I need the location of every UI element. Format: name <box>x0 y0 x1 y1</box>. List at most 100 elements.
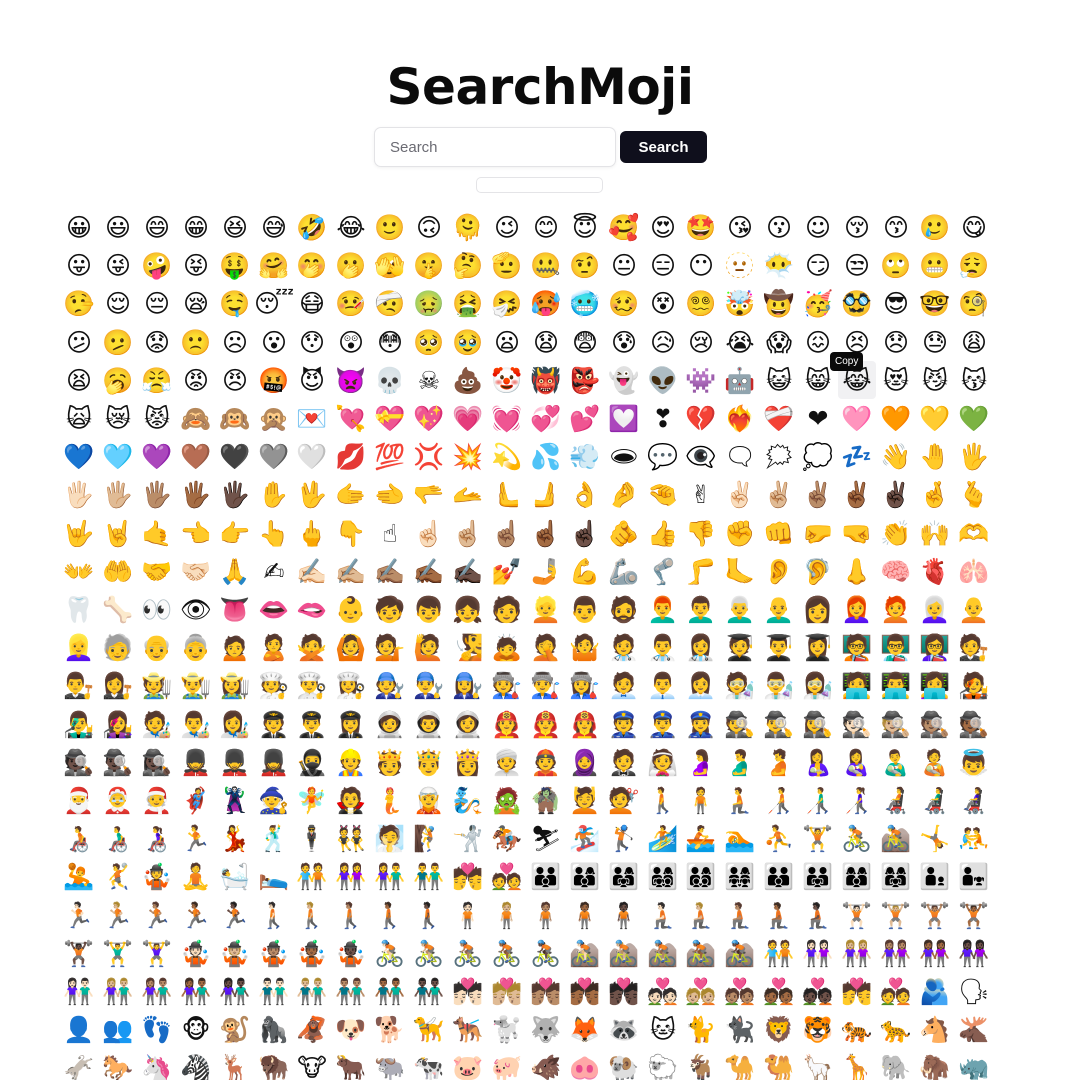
emoji-cell[interactable]: 😎 <box>877 284 915 322</box>
emoji-cell[interactable]: 👩‍🏭 <box>566 666 604 704</box>
emoji-cell[interactable]: ✍🏾 <box>410 552 448 590</box>
emoji-cell[interactable]: 🧛 <box>332 781 370 819</box>
emoji-cell[interactable]: 👱‍♀️ <box>60 628 98 666</box>
emoji-cell[interactable]: 💌 <box>293 399 331 437</box>
emoji-cell[interactable]: 🗣 <box>955 972 993 1010</box>
emoji-cell[interactable]: 👷 <box>332 743 370 781</box>
emoji-cell[interactable]: 💕 <box>566 399 604 437</box>
emoji-cell[interactable]: 🫵 <box>605 514 643 552</box>
emoji-cell[interactable]: 💃 <box>216 819 254 857</box>
emoji-cell[interactable]: 💛 <box>916 399 954 437</box>
emoji-cell[interactable]: 👀 <box>138 590 176 628</box>
emoji-cell[interactable]: 👁 <box>177 590 215 628</box>
emoji-cell[interactable]: 🏋🏼 <box>877 896 915 934</box>
emoji-cell[interactable]: 😵‍💫 <box>682 284 720 322</box>
emoji-cell[interactable]: 🚴🏿 <box>527 934 565 972</box>
emoji-cell[interactable]: 🙀 <box>60 399 98 437</box>
emoji-cell[interactable]: 🤥 <box>60 284 98 322</box>
emoji-cell[interactable]: 🐕 <box>371 1010 409 1048</box>
emoji-cell[interactable]: 👨‍💻 <box>877 666 915 704</box>
emoji-cell[interactable]: 👨‍👨‍👦 <box>760 857 798 895</box>
emoji-cell[interactable]: 😥 <box>644 323 682 361</box>
emoji-cell[interactable]: 🫴 <box>449 475 487 513</box>
emoji-cell[interactable]: ☝ <box>371 514 409 552</box>
emoji-cell[interactable]: 🚴🏼 <box>410 934 448 972</box>
emoji-cell[interactable]: 🏋 <box>799 819 837 857</box>
emoji-cell[interactable]: 💬 <box>644 437 682 475</box>
emoji-cell[interactable]: 🏋️‍♀️ <box>138 934 176 972</box>
emoji-cell[interactable]: 🧚 <box>293 781 331 819</box>
emoji-cell[interactable]: 👨‍👩‍👧‍👧 <box>721 857 759 895</box>
emoji-cell[interactable]: 🏃 <box>177 819 215 857</box>
emoji-cell[interactable]: 🤖 <box>721 361 759 399</box>
emoji-cell[interactable]: 🐐 <box>682 1048 720 1080</box>
emoji-cell[interactable]: 🧓 <box>99 628 137 666</box>
emoji-cell[interactable]: 😿 <box>99 399 137 437</box>
emoji-cell[interactable]: 🤩 <box>682 208 720 246</box>
emoji-cell[interactable]: 😃 <box>99 208 137 246</box>
emoji-cell[interactable]: 👩‍🌾 <box>216 666 254 704</box>
emoji-cell[interactable]: 😟 <box>138 323 176 361</box>
emoji-cell[interactable]: 🫢 <box>332 246 370 284</box>
emoji-cell[interactable]: 💀 <box>371 361 409 399</box>
emoji-cell[interactable]: 🧍🏽 <box>527 896 565 934</box>
emoji-cell[interactable]: 🤹🏼 <box>216 934 254 972</box>
emoji-cell[interactable]: 💘 <box>332 399 370 437</box>
emoji-cell[interactable]: 😗 <box>760 208 798 246</box>
emoji-cell[interactable]: 👨‍⚖️ <box>60 666 98 704</box>
emoji-cell[interactable]: 👬🏽 <box>332 972 370 1010</box>
emoji-cell[interactable]: 🏋🏻 <box>838 896 876 934</box>
emoji-cell[interactable]: 💞 <box>527 399 565 437</box>
emoji-cell[interactable]: 🎅 <box>60 781 98 819</box>
emoji-cell[interactable]: 🤍 <box>293 437 331 475</box>
emoji-cell[interactable]: 💥 <box>449 437 487 475</box>
emoji-cell[interactable]: 🙉 <box>216 399 254 437</box>
emoji-cell[interactable]: 😂 <box>332 208 370 246</box>
emoji-cell[interactable]: 🗨 <box>721 437 759 475</box>
emoji-cell[interactable]: 😽 <box>955 361 993 399</box>
emoji-cell[interactable]: 👨‍👩‍👧‍👦 <box>644 857 682 895</box>
emoji-cell[interactable]: 🕵 <box>721 705 759 743</box>
emoji-cell[interactable]: 🕵🏼 <box>877 705 915 743</box>
emoji-cell[interactable]: 🙋 <box>410 628 448 666</box>
emoji-cell[interactable]: ☹ <box>216 323 254 361</box>
emoji-cell[interactable]: 🐄 <box>410 1048 448 1080</box>
emoji-cell[interactable]: 🙌 <box>916 514 954 552</box>
emoji-cell[interactable]: 🧑‍🦲 <box>955 590 993 628</box>
emoji-cell[interactable]: 👩‍🦯 <box>838 781 876 819</box>
emoji-cell[interactable]: 🕵️‍♀️ <box>799 705 837 743</box>
emoji-cell[interactable]: 🕵🏾 <box>955 705 993 743</box>
emoji-cell[interactable]: 🧍 <box>682 781 720 819</box>
emoji-cell[interactable]: 👆 <box>255 514 293 552</box>
emoji-cell[interactable]: 😮‍💨 <box>955 246 993 284</box>
emoji-cell[interactable]: 🤑 <box>216 246 254 284</box>
emoji-cell[interactable]: 🦧 <box>293 1010 331 1048</box>
emoji-cell[interactable]: 🥹 <box>449 323 487 361</box>
emoji-cell[interactable]: 😦 <box>488 323 526 361</box>
emoji-cell[interactable]: 👎 <box>682 514 720 552</box>
emoji-cell[interactable]: 🤝 <box>138 552 176 590</box>
emoji-cell[interactable]: 🐷 <box>449 1048 487 1080</box>
emoji-cell[interactable]: 🐴 <box>916 1010 954 1048</box>
emoji-cell[interactable]: 👬🏾 <box>371 972 409 1010</box>
emoji-cell[interactable]: 🤸 <box>916 819 954 857</box>
emoji-cell[interactable]: 🖐🏿 <box>216 475 254 513</box>
emoji-cell[interactable]: 🚴🏽 <box>449 934 487 972</box>
emoji-cell[interactable]: 🚶🏿 <box>410 896 448 934</box>
emoji-cell[interactable]: ☝🏼 <box>449 514 487 552</box>
emoji-cell[interactable]: ✌ <box>682 475 720 513</box>
emoji-cell[interactable]: 🧠 <box>877 552 915 590</box>
emoji-cell[interactable]: 👨‍🌾 <box>177 666 215 704</box>
emoji-cell[interactable]: 💗 <box>449 399 487 437</box>
emoji-cell[interactable]: 🦓 <box>177 1048 215 1080</box>
emoji-cell[interactable]: 👧 <box>449 590 487 628</box>
emoji-cell[interactable]: 🦶 <box>721 552 759 590</box>
emoji-cell[interactable]: 🐈 <box>682 1010 720 1048</box>
emoji-cell[interactable]: 🐖 <box>488 1048 526 1080</box>
emoji-cell[interactable]: 👽 <box>644 361 682 399</box>
emoji-cell[interactable]: 🤙 <box>138 514 176 552</box>
emoji-cell[interactable]: 🧑‍⚕️ <box>605 628 643 666</box>
emoji-cell[interactable]: 😺 <box>760 361 798 399</box>
emoji-cell[interactable]: 👨‍⚕️ <box>644 628 682 666</box>
emoji-cell[interactable]: 🧑 <box>488 590 526 628</box>
